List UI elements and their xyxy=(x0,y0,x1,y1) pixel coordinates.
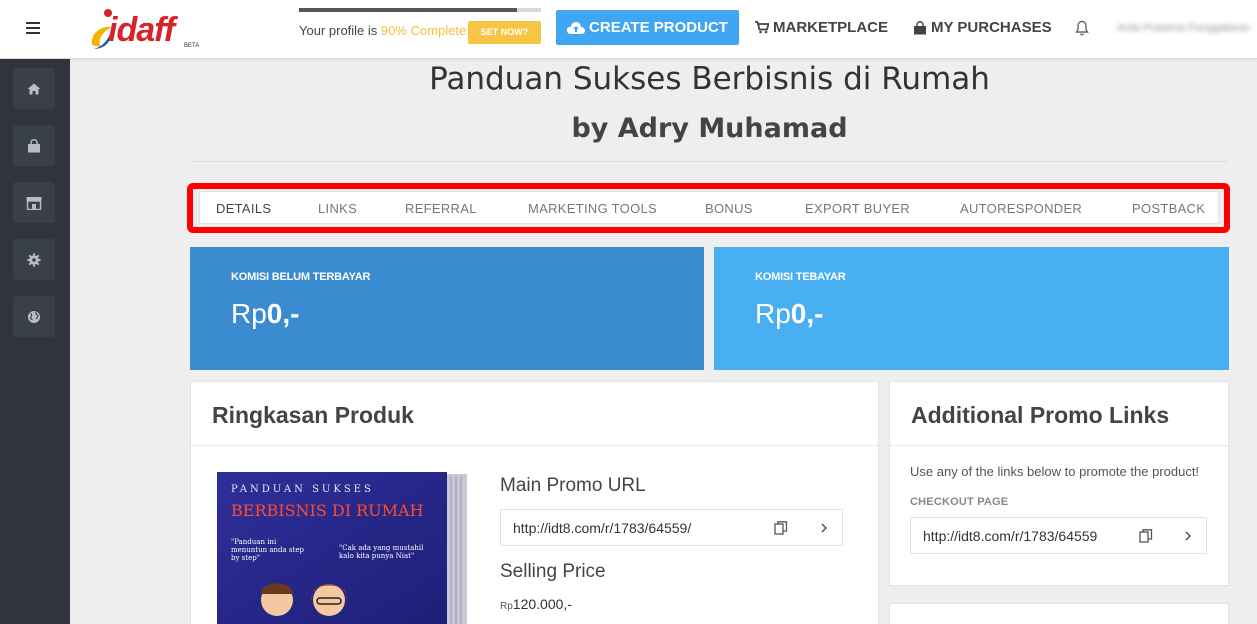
selling-price-label: Selling Price xyxy=(500,561,606,582)
selling-price-value: Rp120.000,- xyxy=(500,596,572,612)
gear-icon xyxy=(27,253,41,266)
marketplace-label: MARKETPLACE xyxy=(773,19,888,36)
page-subtitle: by Adry Muhamad xyxy=(571,113,848,144)
user-name[interactable]: Arda Pratama Panggabean xyxy=(1117,22,1257,36)
set-now-button[interactable]: SET NOW? xyxy=(468,21,541,44)
sidebar-item-store[interactable] xyxy=(13,182,55,223)
checkout-page-label: CHECKOUT PAGE xyxy=(910,496,1009,508)
copy-icon[interactable] xyxy=(1138,528,1154,544)
shopping-bag-icon xyxy=(914,20,926,34)
sidebar-item-home[interactable] xyxy=(13,68,55,109)
tab-autoresponder[interactable]: AUTORESPONDER xyxy=(960,201,1082,216)
marketplace-link[interactable]: MARKETPLACE xyxy=(755,19,888,36)
page-title: Panduan Sukses Berbisnis di Rumah xyxy=(429,61,990,97)
shopping-cart-icon xyxy=(755,21,769,34)
title-divider xyxy=(190,161,1229,162)
my-purchases-link[interactable]: MY PURCHASES xyxy=(913,19,1052,36)
sidebar-item-globe[interactable] xyxy=(13,296,55,337)
unpaid-commission-card: KOMISI BELUM TERBAYAR Rp0,- xyxy=(190,247,704,370)
profile-progress-bar xyxy=(299,8,541,12)
additional-promo-card: Additional Promo Links xyxy=(889,381,1229,586)
tab-links[interactable]: LINKS xyxy=(318,201,357,216)
chevron-right-icon[interactable] xyxy=(817,520,831,536)
logo-text: idaff xyxy=(108,11,175,49)
sidebar-item-settings[interactable] xyxy=(13,239,55,280)
chevron-right-icon[interactable] xyxy=(1181,528,1195,544)
profile-completion: Your profile is 90% Complete SET NOW? xyxy=(299,8,542,44)
tab-bonus[interactable]: BONUS xyxy=(705,201,753,216)
product-tabs: DETAILS LINKS REFERRAL MARKETING TOOLS B… xyxy=(199,191,1219,224)
checkout-url-box: http://idt8.com/r/1783/64559 xyxy=(910,517,1207,554)
tab-marketing-tools[interactable]: MARKETING TOOLS xyxy=(528,201,657,216)
tab-export-buyer[interactable]: EXPORT BUYER xyxy=(805,201,910,216)
checkout-url-text[interactable]: http://idt8.com/r/1783/64559 xyxy=(923,528,1097,544)
paid-commission-label: KOMISI TEBAYAR xyxy=(755,271,846,283)
idaff-logo[interactable]: idaff BETA xyxy=(88,5,203,53)
sidebar xyxy=(0,59,70,624)
profile-completion-text: Your profile is 90% Complete xyxy=(299,23,467,38)
create-product-button[interactable]: CREATE PRODUCT xyxy=(556,10,739,45)
globe-icon xyxy=(28,310,40,323)
create-product-label: CREATE PRODUCT xyxy=(589,19,728,36)
cloud-upload-icon xyxy=(567,21,586,34)
sidebar-item-purchases[interactable] xyxy=(13,125,55,166)
main-promo-url-label: Main Promo URL xyxy=(500,475,646,496)
promo-description: Use any of the links below to promote th… xyxy=(910,464,1200,479)
book-quote-1: "Panduan ini menuntun anda step by step" xyxy=(231,538,304,562)
logo-beta-label: BETA xyxy=(184,43,200,49)
book-quote-2: "Cak ada yang mustahil kalo kita punya N… xyxy=(339,544,424,560)
additional-promo-title: Additional Promo Links xyxy=(911,402,1170,428)
main-promo-url-box: http://idt8.com/r/1783/64559/ xyxy=(500,509,843,546)
hamburger-menu-icon[interactable] xyxy=(26,22,40,34)
tab-postback[interactable]: POSTBACK xyxy=(1132,201,1205,216)
profile-progress-fill xyxy=(299,8,517,12)
product-summary-title: Ringkasan Produk xyxy=(212,402,414,428)
next-card-partial xyxy=(889,603,1229,624)
product-cover-image: PANDUAN SUKSES BERBISNIS DI RUMAH "Pandu… xyxy=(217,472,467,624)
book-title-line1: PANDUAN SUKSES xyxy=(231,484,374,495)
unpaid-commission-label: KOMISI BELUM TERBAYAR xyxy=(231,271,371,283)
my-purchases-label: MY PURCHASES xyxy=(931,19,1052,36)
paid-commission-card: KOMISI TEBAYAR Rp0,- xyxy=(714,247,1229,370)
bell-icon[interactable] xyxy=(1074,20,1090,36)
tab-referral[interactable]: REFERRAL xyxy=(405,201,477,216)
top-navbar: idaff BETA Your profile is 90% Complete … xyxy=(0,0,1257,59)
main-promo-url-text[interactable]: http://idt8.com/r/1783/64559/ xyxy=(513,520,691,536)
book-title-line2: BERBISNIS DI RUMAH xyxy=(231,501,424,520)
shopping-bag-icon xyxy=(28,138,40,152)
copy-icon[interactable] xyxy=(773,520,789,536)
store-icon xyxy=(26,196,42,210)
tab-details[interactable]: DETAILS xyxy=(216,201,271,216)
home-icon xyxy=(27,83,41,94)
paid-commission-value: Rp0,- xyxy=(755,298,824,329)
unpaid-commission-value: Rp0,- xyxy=(231,298,300,329)
